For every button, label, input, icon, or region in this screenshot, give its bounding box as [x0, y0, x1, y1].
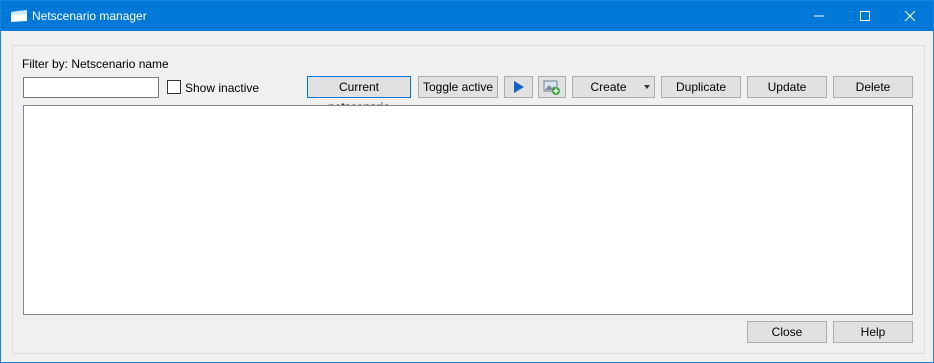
image-add-button[interactable]: [538, 76, 566, 98]
create-label: Create: [590, 80, 627, 94]
toggle-active-label: Toggle active: [422, 80, 494, 94]
title-bar[interactable]: Netscenario manager: [1, 1, 933, 31]
netscenario-name-filter-input[interactable]: [23, 77, 159, 98]
help-label: Help: [860, 325, 886, 339]
create-dropdown-button[interactable]: Create: [572, 76, 655, 98]
filter-label: Filter by: Netscenario name: [22, 57, 169, 71]
duplicate-label: Duplicate: [675, 80, 727, 94]
close-icon: [904, 10, 916, 22]
close-button[interactable]: Close: [747, 321, 827, 343]
image-add-icon: [543, 80, 560, 95]
help-button[interactable]: Help: [833, 321, 913, 343]
delete-button[interactable]: Delete: [833, 76, 913, 98]
play-icon: [513, 81, 524, 93]
window-title: Netscenario manager: [32, 9, 147, 23]
app-window-icon: [11, 10, 27, 22]
toggle-active-button[interactable]: Toggle active: [418, 76, 498, 98]
minimize-button[interactable]: [796, 1, 842, 31]
run-button[interactable]: [504, 76, 533, 98]
delete-label: Delete: [855, 80, 891, 94]
close-label: Close: [771, 325, 803, 339]
maximize-button[interactable]: [842, 1, 888, 31]
maximize-icon: [860, 11, 870, 21]
current-netscenario-button[interactable]: Current netscenario: [307, 76, 411, 114]
chevron-down-icon: [644, 85, 650, 89]
minimize-icon: [814, 15, 824, 17]
show-inactive-checkbox[interactable]: [167, 80, 181, 94]
update-button[interactable]: Update: [747, 76, 827, 98]
close-window-button[interactable]: [887, 1, 933, 31]
update-label: Update: [767, 80, 807, 94]
netscenario-manager-window: Netscenario manager Filter by: Netscenar…: [0, 0, 934, 363]
netscenario-list[interactable]: [23, 105, 913, 315]
duplicate-button[interactable]: Duplicate: [661, 76, 741, 98]
show-inactive-label[interactable]: Show inactive: [185, 81, 259, 95]
